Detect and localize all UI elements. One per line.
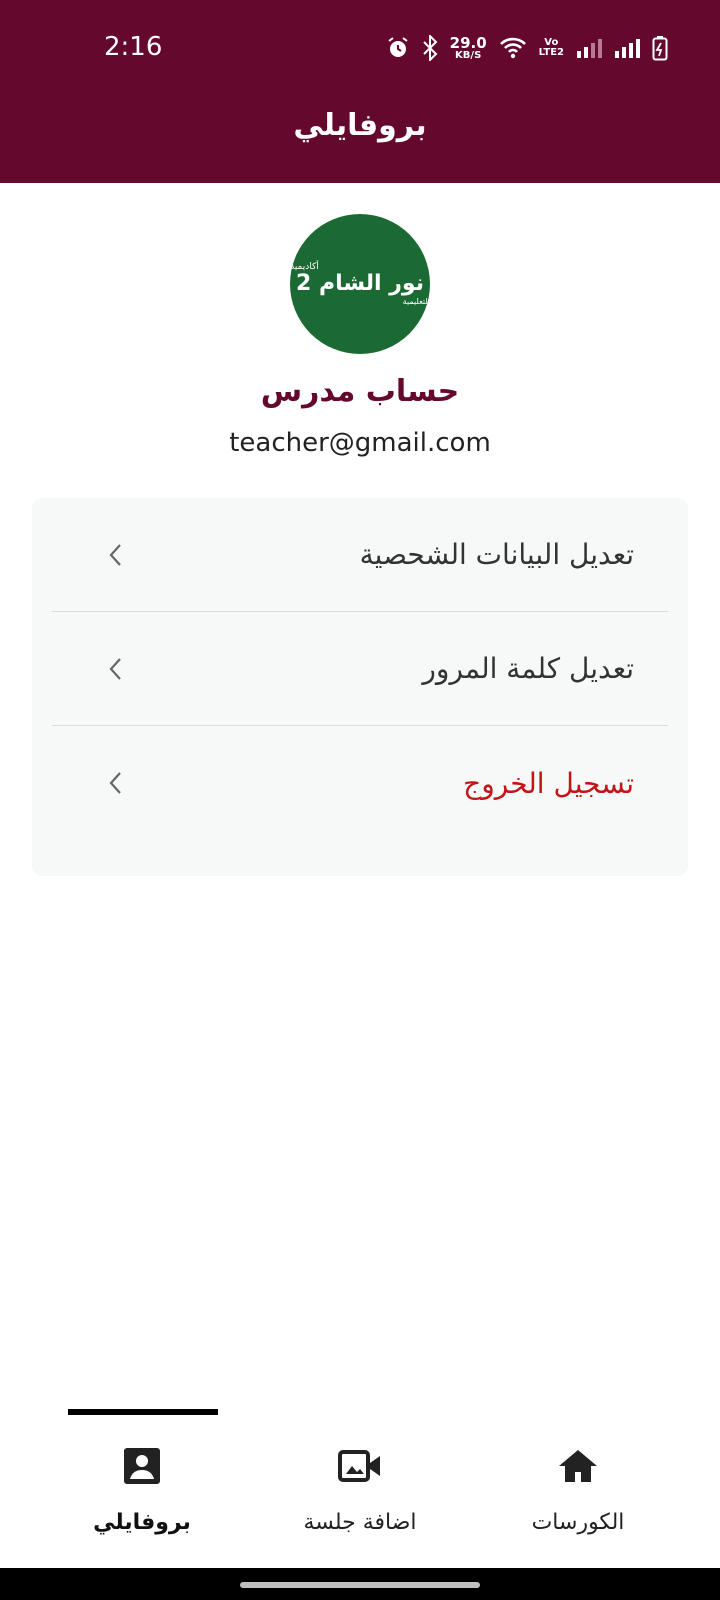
- account-email: teacher@gmail.com: [229, 428, 491, 458]
- bluetooth-icon: [422, 35, 438, 61]
- logout-item[interactable]: تسجيل الخروج: [52, 726, 668, 840]
- status-time: 2:16: [104, 32, 163, 62]
- nav-add-session[interactable]: اضافة جلسة: [240, 1416, 480, 1568]
- app-header: 2:16 29.0 KB/S Vo LTE2 بروفايلي: [0, 0, 720, 183]
- status-icons: 29.0 KB/S Vo LTE2: [386, 32, 668, 64]
- menu-item-label: تسجيل الخروج: [463, 766, 634, 800]
- change-password-item[interactable]: تعديل كلمة المرور: [52, 612, 668, 726]
- home-gesture-handle[interactable]: [240, 1582, 480, 1588]
- nav-profile[interactable]: بروفايلي: [22, 1416, 262, 1568]
- volte-indicator: Vo LTE2: [538, 36, 564, 58]
- battery-icon: [652, 35, 668, 61]
- settings-menu: تعديل البيانات الشحصية تعديل كلمة المرور…: [32, 498, 688, 876]
- wifi-icon: [499, 36, 527, 60]
- edit-personal-info-item[interactable]: تعديل البيانات الشحصية: [52, 498, 668, 612]
- chevron-left-icon: [108, 771, 122, 795]
- net-speed: 29.0 KB/S: [449, 33, 487, 61]
- bottom-nav: بروفايلي اضافة جلسة الكورسات: [0, 1416, 720, 1568]
- chevron-left-icon: [108, 543, 122, 567]
- alarm-icon: [386, 36, 410, 60]
- home-icon: [558, 1446, 598, 1486]
- chevron-left-icon: [108, 657, 122, 681]
- page-title: بروفايلي: [293, 108, 427, 143]
- menu-item-label: تعديل كلمة المرور: [422, 652, 634, 685]
- video-add-icon: [338, 1446, 382, 1486]
- academy-logo-avatar: أكاديمية نور الشام 2 التعليمية: [290, 214, 430, 354]
- signal-icon: [576, 37, 602, 59]
- menu-item-label: تعديل البيانات الشحصية: [359, 538, 634, 571]
- account-name: حساب مدرس: [260, 374, 460, 409]
- profile-icon: [123, 1446, 161, 1486]
- active-tab-indicator: [68, 1409, 218, 1415]
- signal-icon: [614, 37, 640, 59]
- status-bar: 2:16 29.0 KB/S Vo LTE2: [0, 0, 720, 96]
- nav-courses[interactable]: الكورسات: [458, 1416, 698, 1568]
